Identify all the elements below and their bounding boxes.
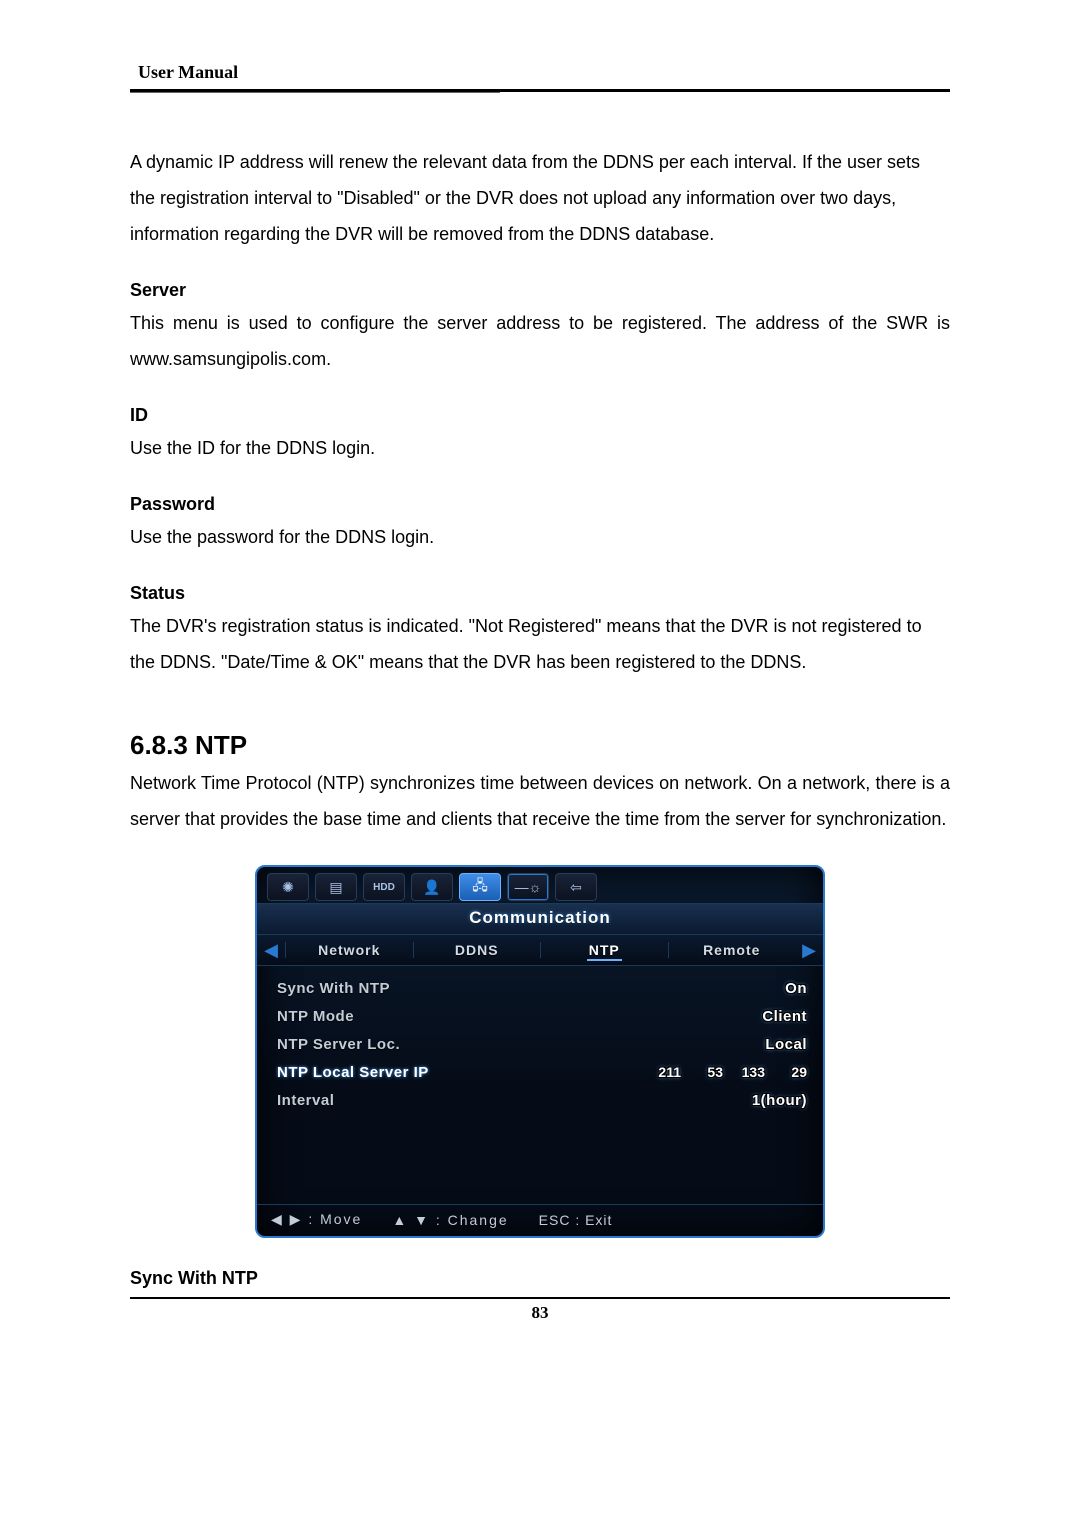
server-body: This menu is used to configure the serve… <box>130 305 950 377</box>
page-number: 83 <box>130 1303 950 1323</box>
sync-with-ntp-heading: Sync With NTP <box>130 1268 950 1289</box>
row-ntp-server-loc[interactable]: NTP Server Loc. Local <box>277 1030 807 1058</box>
page-header: User Manual <box>130 62 950 92</box>
password-body: Use the password for the DDNS login. <box>130 519 950 555</box>
dvr-footer-hints: ◀ ▶ : Move ▲ ▼ : Change ESC : Exit <box>257 1204 823 1236</box>
row-mode-value: Client <box>552 1008 807 1025</box>
row-interval-value: 1(hour) <box>552 1092 807 1109</box>
dvr-tabs: ◀ Network DDNS NTP Remote ▶ <box>257 935 823 966</box>
tab-left-arrow-icon[interactable]: ◀ <box>257 935 285 965</box>
row-interval[interactable]: Interval 1(hour) <box>277 1086 807 1114</box>
exit-icon-glyph: ⇦ <box>570 879 582 896</box>
tab-right-arrow-icon[interactable]: ▶ <box>795 935 823 965</box>
hdd-icon[interactable]: HDD <box>363 873 405 901</box>
brightness-icon[interactable]: —☼ <box>507 873 549 901</box>
hint-exit: ESC : Exit <box>539 1212 613 1228</box>
dvr-banner: Communication <box>257 903 823 935</box>
row-sync-label: Sync With NTP <box>277 980 552 997</box>
hint-move: ◀ ▶ : Move <box>271 1211 362 1228</box>
tab-ntp-label: NTP <box>587 942 622 961</box>
row-ip-label: NTP Local Server IP <box>277 1064 552 1081</box>
id-body: Use the ID for the DDNS login. <box>130 430 950 466</box>
row-ip-value: 211 53 133 29 <box>552 1064 807 1080</box>
ip-octet-2[interactable]: 53 <box>695 1064 723 1080</box>
hint-change: ▲ ▼ : Change <box>392 1212 508 1228</box>
ip-octet-3[interactable]: 133 <box>737 1064 765 1080</box>
row-ntp-local-server-ip[interactable]: NTP Local Server IP 211 53 133 29 <box>277 1058 807 1086</box>
password-heading: Password <box>130 494 950 515</box>
network-icon-glyph: 🖧 <box>472 875 488 899</box>
gear-icon[interactable]: ✺ <box>267 873 309 901</box>
dvr-settings-list: Sync With NTP On NTP Mode Client NTP Ser… <box>257 966 823 1204</box>
dvr-top-icon-bar: ✺ ▤ HDD 👤 🖧 —☼ ⇦ <box>257 867 823 903</box>
document-page: User Manual A dynamic IP address will re… <box>0 0 1080 1527</box>
status-body: The DVR's registration status is indicat… <box>130 608 950 680</box>
hdd-icon-glyph: HDD <box>373 882 395 893</box>
row-interval-label: Interval <box>277 1092 552 1109</box>
user-icon-glyph: 👤 <box>423 879 440 896</box>
user-icon[interactable]: 👤 <box>411 873 453 901</box>
display-icon-glyph: ▤ <box>329 879 342 896</box>
row-sync-with-ntp[interactable]: Sync With NTP On <box>277 974 807 1002</box>
status-heading: Status <box>130 583 950 604</box>
header-title: User Manual <box>138 62 950 83</box>
server-heading: Server <box>130 280 950 301</box>
row-loc-value: Local <box>552 1036 807 1053</box>
brightness-icon-glyph: —☼ <box>515 879 542 895</box>
tab-ddns-label: DDNS <box>455 942 499 958</box>
tab-network-label: Network <box>318 942 380 958</box>
tab-ddns[interactable]: DDNS <box>413 942 541 958</box>
header-rule <box>130 89 950 92</box>
gear-icon-glyph: ✺ <box>282 879 294 896</box>
ip-octet-1[interactable]: 211 <box>653 1064 681 1080</box>
footer-rule <box>130 1297 950 1299</box>
row-mode-label: NTP Mode <box>277 1008 552 1025</box>
ntp-body: Network Time Protocol (NTP) synchronizes… <box>130 765 950 837</box>
ntp-heading: 6.8.3 NTP <box>130 730 950 761</box>
exit-icon[interactable]: ⇦ <box>555 873 597 901</box>
row-loc-label: NTP Server Loc. <box>277 1036 552 1053</box>
intro-paragraph: A dynamic IP address will renew the rele… <box>130 144 950 252</box>
tab-remote[interactable]: Remote <box>668 942 796 958</box>
dvr-ui: ✺ ▤ HDD 👤 🖧 —☼ ⇦ Communication ◀ Network… <box>255 865 825 1238</box>
row-ntp-mode[interactable]: NTP Mode Client <box>277 1002 807 1030</box>
ip-octet-4[interactable]: 29 <box>779 1064 807 1080</box>
tab-ntp[interactable]: NTP <box>540 942 668 958</box>
id-heading: ID <box>130 405 950 426</box>
tab-network[interactable]: Network <box>285 942 413 958</box>
row-sync-value: On <box>552 980 807 997</box>
network-icon[interactable]: 🖧 <box>459 873 501 901</box>
display-icon[interactable]: ▤ <box>315 873 357 901</box>
tab-remote-label: Remote <box>703 942 760 958</box>
